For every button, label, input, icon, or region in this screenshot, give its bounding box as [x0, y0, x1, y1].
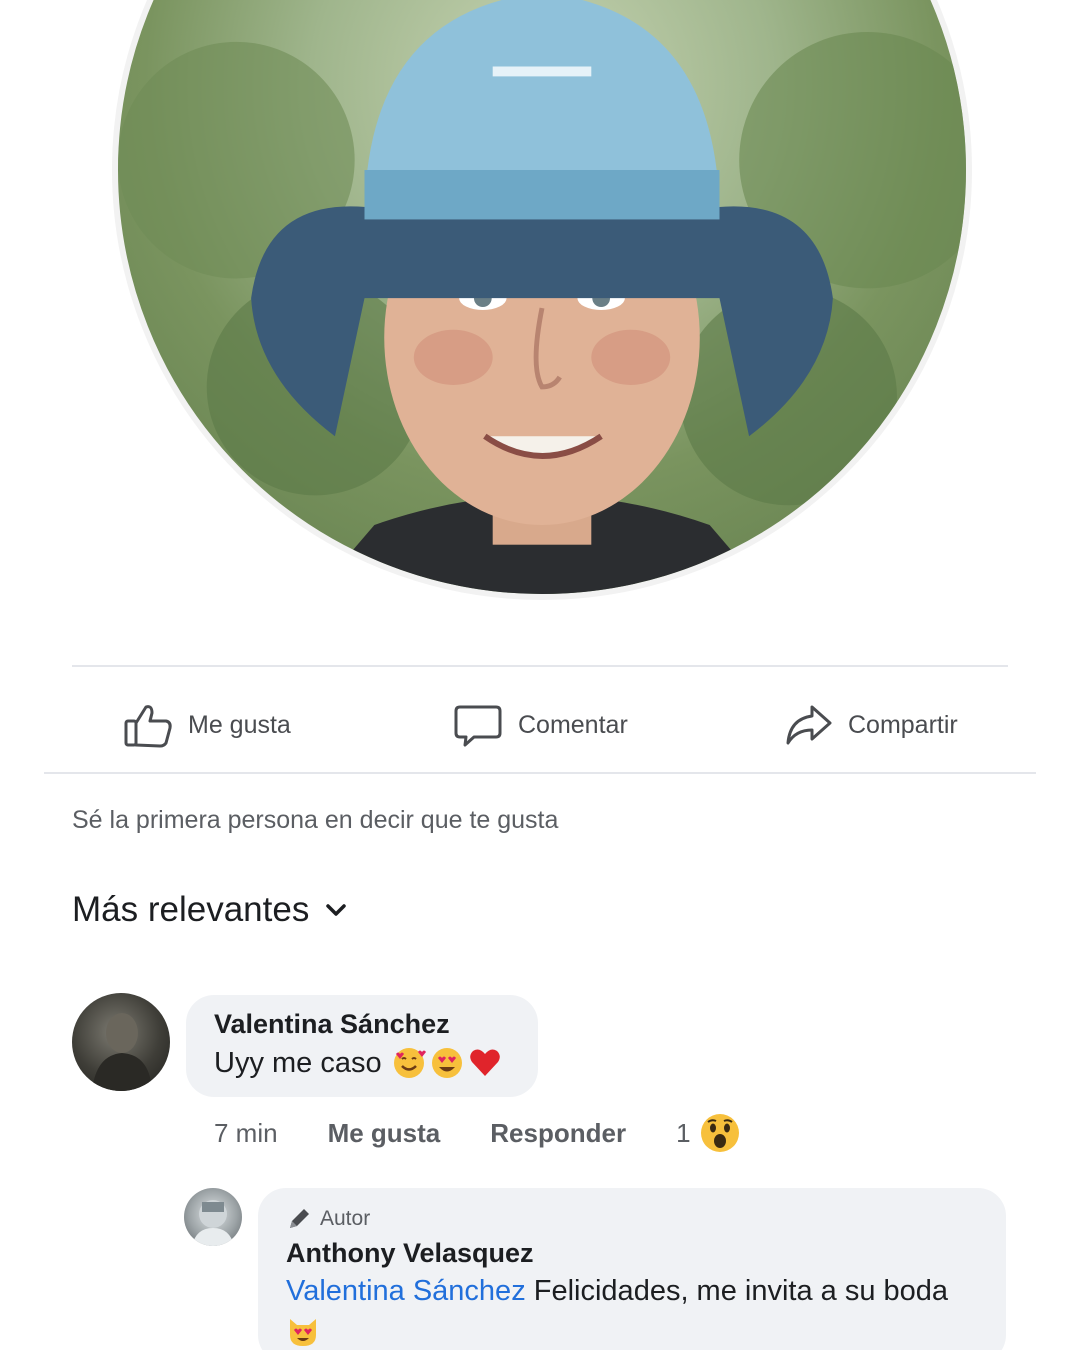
- divider-bottom: [44, 772, 1036, 774]
- profile-photo[interactable]: [112, 0, 972, 600]
- profile-photo-illustration: [118, 0, 966, 594]
- avatar[interactable]: [72, 993, 170, 1091]
- wow-reaction-icon[interactable]: [699, 1112, 741, 1154]
- avatar-portrait: [192, 1200, 234, 1246]
- reply-text-row: Valentina Sánchez Felicidades, me invita…: [286, 1271, 978, 1350]
- post-page: Me gusta Comentar Compartir Sé la primer…: [0, 0, 1080, 1350]
- comment-time: 7 min: [214, 1117, 278, 1148]
- author-badge: Autor: [286, 1206, 978, 1232]
- reaction-count[interactable]: 1: [676, 1118, 690, 1149]
- avatar[interactable]: [184, 1188, 242, 1246]
- mention-link[interactable]: Valentina Sánchez: [286, 1275, 526, 1307]
- reply-text: Felicidades, me invita a su boda: [525, 1275, 949, 1307]
- reply-author[interactable]: Anthony Velasquez: [286, 1238, 978, 1269]
- thumbs-up-icon: [122, 699, 174, 751]
- comment-meta: 7 min Me gusta Responder 1: [214, 1112, 741, 1154]
- pencil-icon: [286, 1206, 312, 1232]
- comment-author[interactable]: Valentina Sánchez: [214, 1009, 510, 1040]
- comment-icon: [452, 699, 504, 751]
- like-button[interactable]: Me gusta: [122, 690, 291, 760]
- avatar-silhouette: [92, 1013, 152, 1091]
- comment-reply-button[interactable]: Responder: [490, 1118, 626, 1149]
- heart-eyes-cat-icon: [286, 1315, 320, 1349]
- share-arrow-icon: [782, 699, 834, 751]
- like-label: Me gusta: [188, 710, 291, 739]
- share-button[interactable]: Compartir: [782, 690, 958, 760]
- share-label: Compartir: [848, 710, 958, 739]
- chevron-down-icon: [325, 899, 347, 921]
- comment-label: Comentar: [518, 710, 628, 739]
- sort-label: Más relevantes: [72, 890, 310, 929]
- sort-dropdown[interactable]: Más relevantes: [72, 890, 347, 930]
- author-badge-label: Autor: [320, 1207, 371, 1230]
- comment-button[interactable]: Comentar: [452, 690, 628, 760]
- heart-eyes-icon: [430, 1046, 464, 1080]
- comment-like-button[interactable]: Me gusta: [328, 1118, 441, 1149]
- red-heart-icon: [468, 1046, 502, 1080]
- action-bar: Me gusta Comentar Compartir: [0, 690, 1080, 760]
- first-like-prompt: Sé la primera persona en decir que te gu…: [72, 806, 559, 834]
- comment-text-row: Uyy me caso: [214, 1046, 510, 1080]
- comment-bubble: Valentina Sánchez Uyy me caso: [186, 995, 538, 1097]
- smiling-face-with-hearts-icon: [392, 1046, 426, 1080]
- comment-text: Uyy me caso: [214, 1046, 382, 1079]
- reply-bubble: Autor Anthony Velasquez Valentina Sánche…: [258, 1188, 1006, 1350]
- divider-top: [72, 665, 1008, 667]
